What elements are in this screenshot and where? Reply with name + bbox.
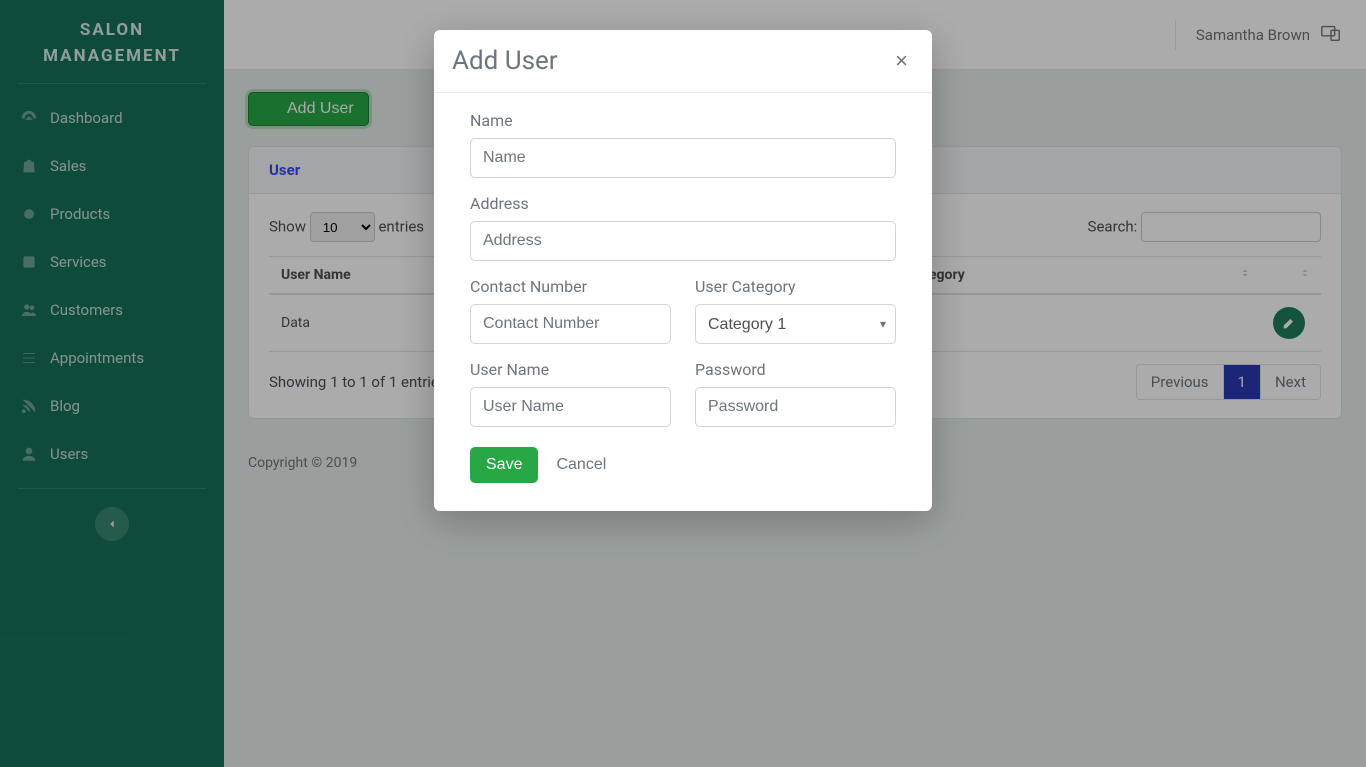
contact-input[interactable] (470, 304, 671, 344)
modal-close-button[interactable]: × (895, 50, 908, 72)
field-contact: Contact Number (470, 277, 671, 344)
add-user-modal: Add User × Name Address Contact Number U… (434, 30, 932, 511)
modal-actions: Save Cancel (470, 447, 896, 483)
field-name: Name (470, 111, 896, 178)
close-icon: × (895, 48, 908, 73)
category-label: User Category (695, 277, 896, 296)
address-label: Address (470, 194, 896, 213)
field-address: Address (470, 194, 896, 261)
address-input[interactable] (470, 221, 896, 261)
field-password: Password (695, 360, 896, 427)
category-select[interactable]: Category 1 (695, 304, 896, 344)
save-button[interactable]: Save (470, 447, 538, 483)
name-label: Name (470, 111, 896, 130)
modal-body: Name Address Contact Number User Categor… (434, 93, 932, 511)
field-category: User Category Category 1 ▾ (695, 277, 896, 344)
name-input[interactable] (470, 138, 896, 178)
cancel-button[interactable]: Cancel (556, 456, 606, 474)
username-input[interactable] (470, 387, 671, 427)
password-input[interactable] (695, 387, 896, 427)
field-username: User Name (470, 360, 671, 427)
modal-header: Add User × (434, 30, 932, 93)
contact-label: Contact Number (470, 277, 671, 296)
modal-title: Add User (452, 46, 558, 76)
username-label: User Name (470, 360, 671, 379)
password-label: Password (695, 360, 896, 379)
